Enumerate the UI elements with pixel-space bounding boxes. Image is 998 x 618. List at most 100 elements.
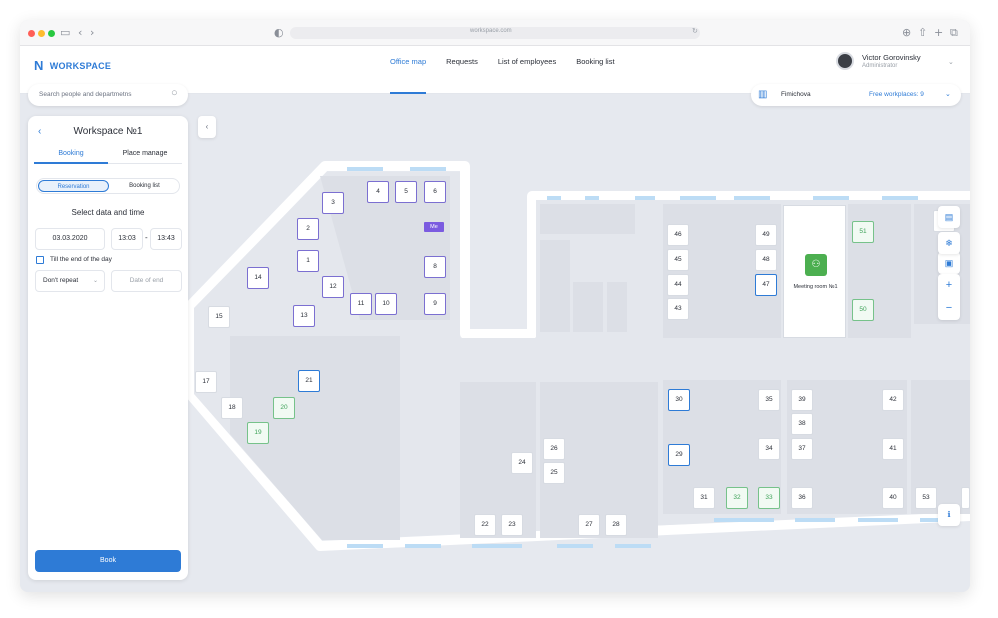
collapse-panel-button[interactable]: ‹ [198, 116, 216, 138]
ac-button[interactable]: ❄ [938, 232, 960, 254]
book-button[interactable]: Book [35, 550, 181, 572]
seat-31[interactable]: 31 [693, 487, 715, 509]
seat-29[interactable]: 29 [668, 444, 690, 466]
seat-5[interactable]: 5 [395, 181, 417, 203]
seat-4[interactable]: 4 [367, 181, 389, 203]
seat-2[interactable]: 2 [297, 218, 319, 240]
seat-32[interactable]: 32 [726, 487, 748, 509]
seat-23[interactable]: 23 [501, 514, 523, 536]
date-field[interactable]: 03.03.2020 [35, 228, 105, 250]
seat-20[interactable]: 20 [273, 397, 295, 419]
seat-9[interactable]: 9 [424, 293, 446, 315]
seat-35[interactable]: 35 [758, 389, 780, 411]
seat-43[interactable]: 43 [667, 298, 689, 320]
chevron-down-icon: ⌄ [948, 59, 954, 66]
seat-27[interactable]: 27 [578, 514, 600, 536]
segment-booking-list[interactable]: Booking list [109, 180, 180, 192]
info-button[interactable]: ℹ [938, 504, 960, 526]
select-date-heading: Select data and time [71, 208, 145, 217]
tab-booking[interactable]: Booking [34, 150, 108, 164]
seat-44[interactable]: 44 [667, 274, 689, 296]
building-icon: ▥ [758, 89, 768, 100]
back-arrow-icon[interactable]: ‹ [78, 26, 82, 39]
seat-25[interactable]: 25 [543, 462, 565, 484]
my-seat-badge[interactable]: Me [424, 222, 444, 232]
forward-arrow-icon[interactable]: › [90, 26, 94, 39]
seat-53[interactable]: 53 [915, 487, 937, 509]
seat-10[interactable]: 10 [375, 293, 397, 315]
seat-49[interactable]: 49 [755, 224, 777, 246]
share-icon[interactable]: ⇧ [918, 26, 927, 39]
seat-30[interactable]: 30 [668, 389, 690, 411]
office-name: Fimichova [781, 91, 811, 98]
search-icon[interactable]: ○ [171, 87, 178, 99]
seat-33[interactable]: 33 [758, 487, 780, 509]
snowflake-icon: ❄ [945, 238, 953, 248]
id-badge-button[interactable]: ▤ [938, 206, 960, 228]
employee-card-button[interactable]: ▣ [938, 252, 960, 274]
date-end-field[interactable]: Date of end [111, 270, 182, 292]
seat-13[interactable]: 13 [293, 305, 315, 327]
close-window-button[interactable] [28, 30, 35, 37]
app-logo[interactable]: N WORKSPACE [34, 58, 111, 73]
maximize-window-button[interactable] [48, 30, 55, 37]
till-end-checkbox[interactable] [36, 256, 44, 264]
meeting-room[interactable]: ⚇ Meeting room №1 [783, 205, 846, 338]
seat-26[interactable]: 26 [543, 438, 565, 460]
seat-partial[interactable] [961, 487, 970, 509]
seat-38[interactable]: 38 [791, 413, 813, 435]
time-to-field[interactable]: 13:43 [150, 228, 182, 250]
seat-22[interactable]: 22 [474, 514, 496, 536]
seat-14[interactable]: 14 [247, 267, 269, 289]
seat-15[interactable]: 15 [208, 306, 230, 328]
seat-1[interactable]: 1 [297, 250, 319, 272]
seat-45[interactable]: 45 [667, 249, 689, 271]
seat-6[interactable]: 6 [424, 181, 446, 203]
sidebar-toggle-icon[interactable]: ▭ [60, 26, 70, 39]
nav-office-map[interactable]: Office map [380, 46, 436, 94]
nav-requests[interactable]: Requests [436, 46, 488, 94]
seat-41[interactable]: 41 [882, 438, 904, 460]
seat-24[interactable]: 24 [511, 452, 533, 474]
time-separator: - [145, 233, 148, 242]
tab-place-manage[interactable]: Place manage [108, 150, 182, 164]
seat-51[interactable]: 51 [852, 221, 874, 243]
seat-37[interactable]: 37 [791, 438, 813, 460]
segment-reservation[interactable]: Reservation [38, 180, 109, 192]
seat-8[interactable]: 8 [424, 256, 446, 278]
seat-36[interactable]: 36 [791, 487, 813, 509]
seat-18[interactable]: 18 [221, 397, 243, 419]
seat-21[interactable]: 21 [298, 370, 320, 392]
tabs-overview-icon[interactable]: ⧉ [950, 26, 958, 40]
download-icon[interactable]: ⊕ [902, 26, 911, 39]
seat-42[interactable]: 42 [882, 389, 904, 411]
address-bar[interactable]: workspace.com ↻ [290, 27, 700, 39]
seat-50[interactable]: 50 [852, 299, 874, 321]
seat-39[interactable]: 39 [791, 389, 813, 411]
seat-19[interactable]: 19 [247, 422, 269, 444]
seat-11[interactable]: 11 [350, 293, 372, 315]
seat-17[interactable]: 17 [195, 371, 217, 393]
search-input[interactable]: Search people and departmetns ○ [28, 84, 188, 106]
seat-48[interactable]: 48 [755, 249, 777, 271]
zoom-out-icon[interactable]: − [938, 297, 960, 320]
minimize-window-button[interactable] [38, 30, 45, 37]
nav-list-of-employees[interactable]: List of employees [488, 46, 566, 94]
seat-34[interactable]: 34 [758, 438, 780, 460]
repeat-select[interactable]: Don't repeat ⌄ [35, 270, 105, 292]
office-selector[interactable]: ▥ Fimichova Free workplaces: 9 ⌄ [751, 84, 961, 106]
zoom-in-icon[interactable]: + [938, 274, 960, 297]
user-menu[interactable]: Victor Gorovinsky Administrator ⌄ [836, 52, 954, 70]
seat-40[interactable]: 40 [882, 487, 904, 509]
seat-47[interactable]: 47 [755, 274, 777, 296]
nav-booking-list[interactable]: Booking list [566, 46, 624, 94]
time-from-field[interactable]: 13:03 [111, 228, 143, 250]
seat-28[interactable]: 28 [605, 514, 627, 536]
privacy-shield-icon[interactable]: ◐ [274, 26, 284, 39]
seat-12[interactable]: 12 [322, 276, 344, 298]
seat-46[interactable]: 46 [667, 224, 689, 246]
new-tab-icon[interactable]: + [934, 26, 943, 39]
seat-3[interactable]: 3 [322, 192, 344, 214]
reload-icon[interactable]: ↻ [692, 27, 698, 35]
search-placeholder: Search people and departmetns [39, 91, 132, 98]
